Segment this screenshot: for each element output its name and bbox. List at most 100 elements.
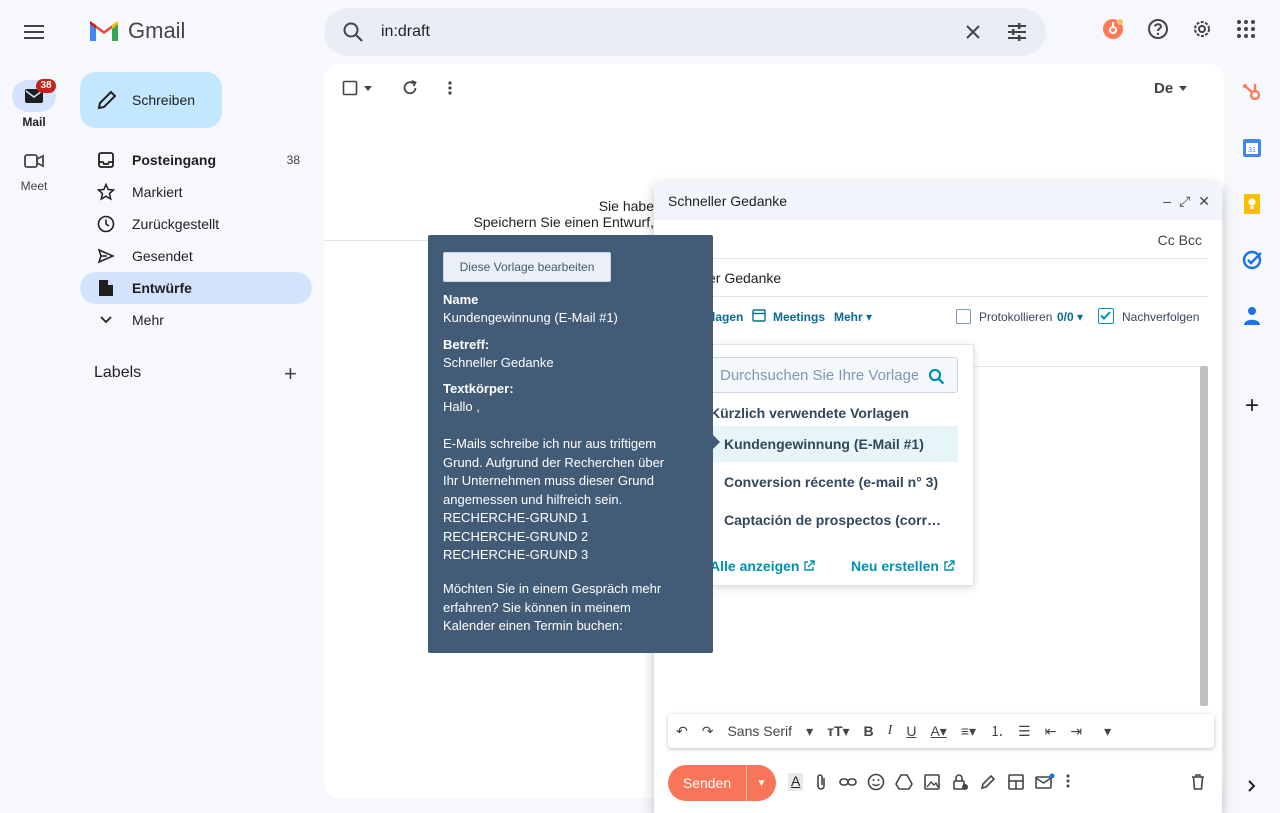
font-family-label: Sans Serif — [727, 723, 793, 739]
cc-bcc-link[interactable]: Cc Bcc — [1158, 232, 1202, 248]
insert-photo-icon[interactable] — [923, 773, 941, 791]
close-icon[interactable]: ✕ — [1198, 193, 1210, 210]
video-camera-icon[interactable] — [22, 150, 46, 172]
inbox-count: 38 — [286, 153, 300, 167]
compose-button[interactable]: Schreiben — [80, 72, 222, 128]
nav-item-more[interactable]: Mehr — [80, 304, 312, 336]
nav-label: Gesendet — [132, 248, 193, 264]
font-size-icon[interactable]: тT▾ — [827, 723, 849, 740]
fullscreen-icon[interactable]: ⤢ — [1179, 193, 1190, 210]
drive-icon[interactable] — [895, 773, 914, 791]
undo-icon[interactable]: ↶ — [676, 723, 688, 740]
log-checkbox[interactable] — [956, 309, 971, 324]
hubspot-tracking-icon[interactable] — [1035, 773, 1055, 791]
font-family-select[interactable]: Sans Serif ▾ — [727, 723, 813, 740]
show-all-templates-link[interactable]: Alle anzeigen — [710, 558, 816, 574]
compose-bottom-toolbar: A — [788, 773, 1071, 791]
search-icon[interactable] — [928, 368, 945, 385]
redo-icon[interactable]: ↷ — [702, 723, 714, 740]
caret-down-icon — [364, 85, 372, 91]
draft-file-icon — [96, 278, 116, 298]
apps-grid-icon[interactable] — [1235, 18, 1257, 40]
indent-more-icon[interactable]: ⇥ — [1070, 723, 1082, 740]
signature-pen-icon[interactable] — [979, 773, 997, 791]
nav-item-starred[interactable]: Markiert — [80, 176, 312, 208]
send-options-icon[interactable]: ▼ — [746, 765, 776, 801]
underline-icon[interactable]: U — [906, 723, 916, 739]
nav-item-sent[interactable]: Gesendet — [80, 240, 312, 272]
show-all-label: Alle anzeigen — [710, 558, 800, 574]
text-color-icon[interactable]: A▾ — [930, 723, 946, 740]
nav-label: Markiert — [132, 184, 183, 200]
minimize-icon[interactable]: – — [1163, 193, 1171, 210]
search-bar[interactable]: in:draft — [324, 8, 1046, 56]
more-formatting-icon[interactable]: ▾ — [1104, 723, 1111, 740]
nav-item-inbox[interactable]: Posteingang 38 — [80, 144, 312, 176]
hubspot-meetings-link[interactable]: Meetings — [773, 310, 825, 324]
hubspot-icon[interactable] — [1240, 80, 1264, 104]
main-menu-icon[interactable] — [18, 18, 50, 46]
edit-template-button[interactable]: Diese Vorlage bearbeiten — [443, 252, 611, 282]
insert-link-icon[interactable] — [839, 773, 858, 791]
nav-item-snoozed[interactable]: Zurückgestellt — [80, 208, 312, 240]
numbered-list-icon[interactable]: ⒈ — [990, 721, 1004, 741]
log-count-dropdown[interactable]: 0/0 ▾ — [1057, 310, 1083, 324]
pencil-icon — [97, 90, 117, 110]
bold-icon[interactable]: B — [864, 723, 874, 739]
tooltip-subject-value: Schneller Gedanke — [443, 355, 554, 370]
italic-icon[interactable]: I — [888, 723, 893, 739]
follow-up-checkbox[interactable] — [1098, 308, 1114, 324]
search-options-icon[interactable] — [1006, 22, 1028, 42]
rail-meet-label: Meet — [20, 179, 48, 193]
calendar-small-icon — [752, 308, 766, 322]
chevron-right-icon[interactable] — [1240, 774, 1264, 798]
discard-draft-icon[interactable] — [1190, 773, 1206, 791]
confidential-mode-icon[interactable] — [951, 773, 969, 791]
hubspot-more-label: Mehr — [834, 310, 863, 324]
bulleted-list-icon[interactable]: ☰ — [1018, 723, 1031, 740]
add-label-icon[interactable]: + — [284, 363, 297, 385]
more-options-icon[interactable] — [1065, 773, 1071, 791]
input-tools-button[interactable]: De — [1154, 80, 1188, 97]
keep-icon[interactable] — [1240, 192, 1264, 216]
indent-less-icon[interactable]: ⇤ — [1045, 723, 1057, 740]
settings-gear-icon[interactable] — [1191, 18, 1213, 40]
gmail-logo[interactable]: Gmail — [88, 18, 185, 44]
log-count-label: 0/0 — [1057, 310, 1074, 324]
get-addons-icon[interactable]: + — [1240, 392, 1264, 419]
search-icon[interactable] — [342, 21, 364, 43]
select-checkbox[interactable] — [342, 80, 372, 96]
rail-mail-label: Mail — [22, 115, 46, 129]
formatting-options-icon[interactable]: A — [788, 773, 804, 791]
contacts-icon[interactable] — [1240, 304, 1264, 328]
template-search-input[interactable]: Durchsuchen Sie Ihre Vorlagen — [710, 357, 958, 393]
tooltip-body-label: Textkörper: — [443, 381, 514, 396]
send-button[interactable]: Senden ▼ — [668, 765, 776, 801]
align-icon[interactable]: ≡▾ — [961, 723, 976, 740]
search-input[interactable]: in:draft — [381, 23, 430, 41]
hubspot-sprocket-icon[interactable] — [1102, 18, 1124, 40]
attach-file-icon[interactable] — [813, 773, 829, 791]
template-item[interactable]: Conversion récente (e-mail n° 3) — [712, 464, 958, 500]
template-item[interactable]: Kundengewinnung (E-Mail #1) — [712, 426, 958, 462]
layouts-icon[interactable] — [1007, 773, 1025, 791]
tasks-icon[interactable] — [1240, 248, 1264, 272]
chevron-down-icon — [96, 310, 116, 330]
hubspot-more-dropdown[interactable]: Mehr ▾ — [834, 310, 872, 324]
clear-search-icon[interactable] — [964, 23, 982, 41]
body-scrollbar[interactable] — [1200, 366, 1208, 706]
nav-label: Posteingang — [132, 152, 217, 168]
tooltip-body-greeting: Hallo , — [443, 399, 480, 414]
template-item[interactable]: Captación de prospectos (corr… — [712, 502, 958, 538]
create-template-link[interactable]: Neu erstellen — [851, 558, 955, 574]
nav-label: Mehr — [132, 312, 164, 328]
emoji-icon[interactable] — [867, 773, 885, 791]
more-vert-icon[interactable] — [447, 80, 453, 96]
nav-item-drafts[interactable]: Entwürfe — [80, 272, 312, 304]
calendar-icon[interactable]: 31 — [1240, 136, 1264, 160]
refresh-icon[interactable] — [401, 79, 419, 97]
help-icon[interactable] — [1147, 18, 1169, 40]
empty-msg-line1: Sie habe — [598, 198, 654, 214]
hubspot-templates-link[interactable]: lagen — [712, 310, 743, 324]
subject-input[interactable]: er Gedanke — [708, 270, 781, 286]
